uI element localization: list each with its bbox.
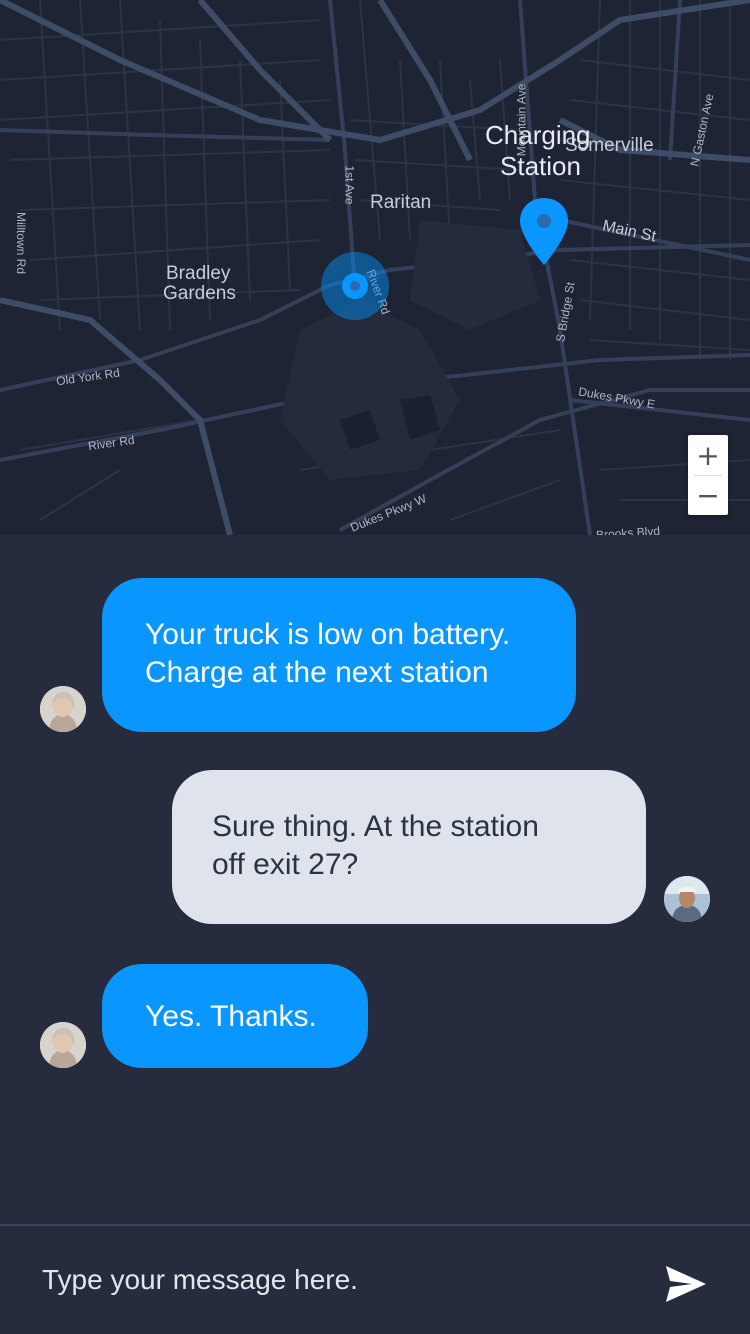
- zoom-in-button[interactable]: +: [688, 435, 728, 475]
- driver-avatar[interactable]: [664, 876, 710, 922]
- location-dot-icon: [342, 273, 368, 299]
- message-bubble-incoming[interactable]: Your truck is low on battery. Charge at …: [102, 578, 576, 732]
- message-text-line: Yes. Thanks.: [145, 1000, 317, 1033]
- current-location-marker[interactable]: [321, 252, 389, 320]
- map-view[interactable]: Charging Station Somerville Raritan Brad…: [0, 0, 750, 535]
- map-label-mountain-ave: Mountain Ave: [514, 83, 529, 157]
- dispatcher-avatar[interactable]: [40, 686, 86, 732]
- message-thread: Your truck is low on battery. Charge at …: [0, 535, 750, 1225]
- message-text-line: Sure thing. At the station: [212, 810, 539, 843]
- dispatcher-avatar[interactable]: [40, 1022, 86, 1068]
- message-text-line: off exit 27?: [212, 848, 359, 881]
- send-icon[interactable]: [660, 1262, 712, 1306]
- chat-screen: Charging Station Somerville Raritan Brad…: [0, 0, 750, 1334]
- zoom-divider: [694, 475, 722, 476]
- message-bubble-outgoing[interactable]: Sure thing. At the station off exit 27?: [172, 770, 646, 924]
- map-label-milltown-rd: Milltown Rd: [14, 211, 29, 275]
- zoom-out-button[interactable]: −: [688, 475, 728, 515]
- map-label-raritan: Raritan: [370, 192, 432, 213]
- message-bubble-incoming[interactable]: Yes. Thanks.: [102, 964, 368, 1068]
- map-label-bradley-gardens-2: Gardens: [163, 283, 236, 304]
- map-label-bradley-gardens-1: Bradley: [166, 263, 231, 284]
- charging-station-pin-icon[interactable]: [519, 197, 569, 267]
- map-label-1st-ave: 1st Ave: [342, 165, 357, 205]
- message-text-line: Your truck is low on battery.: [145, 618, 511, 651]
- zoom-control: + −: [688, 435, 728, 515]
- message-text-line: Charge at the next station: [145, 656, 489, 689]
- map-label-somerville: Somerville: [565, 135, 654, 156]
- message-composer: [0, 1224, 750, 1334]
- message-input[interactable]: [40, 1256, 624, 1304]
